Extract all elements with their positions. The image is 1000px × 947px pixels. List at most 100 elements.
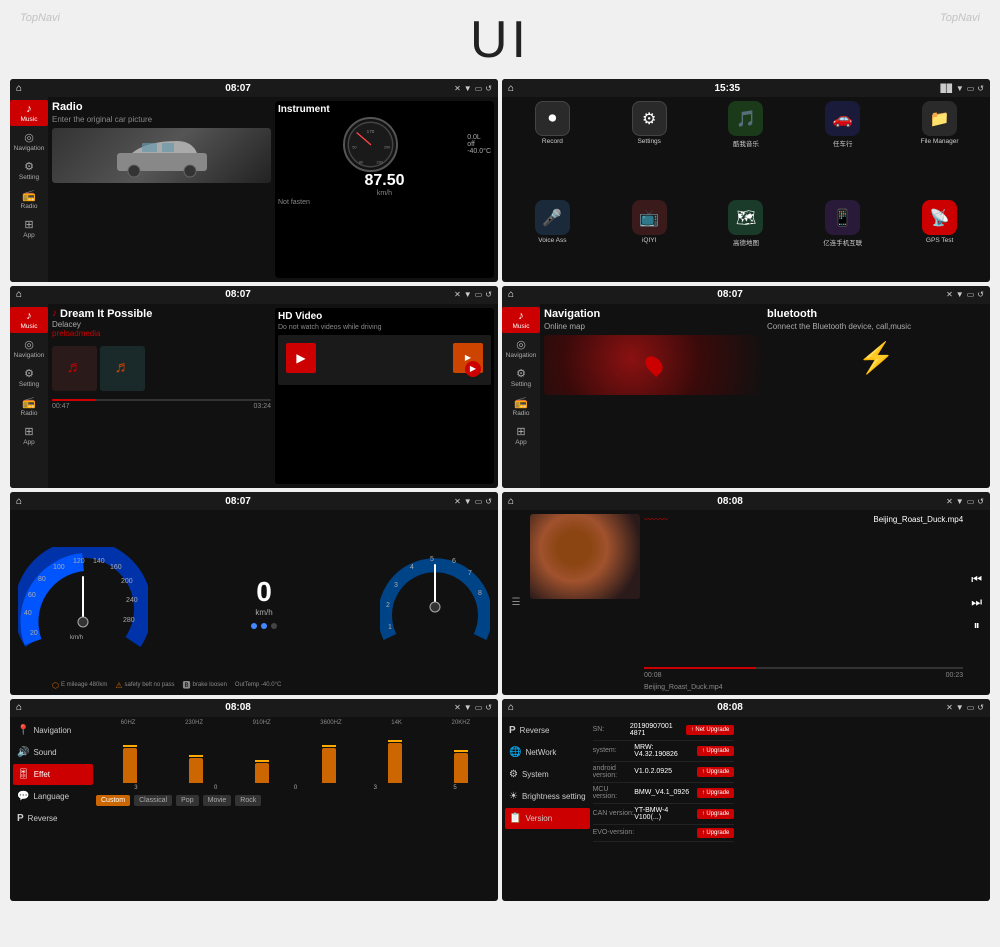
speedometer-area: 20 40 60 80 100 120 140 160 200 240 280 …	[10, 510, 498, 695]
pause-btn[interactable]: ⏸	[974, 618, 980, 633]
settings-layout: 📍 Navigation 🔊 Sound 🎚 Effet 💬 Language …	[10, 717, 498, 902]
svg-text:170: 170	[367, 129, 375, 134]
preset-classical[interactable]: Classical	[134, 795, 172, 806]
sidebar-setting-1[interactable]: ⚙ Setting	[10, 157, 48, 184]
stat-fuel: 0.0L	[467, 134, 491, 141]
sysinfo-system[interactable]: ⚙ System	[505, 764, 590, 785]
app-file-manager[interactable]: 📁 File Manager	[893, 101, 986, 196]
sysinfo-reverse[interactable]: P Reverse	[505, 720, 590, 741]
sidebar-music-1[interactable]: ♪ Music	[10, 100, 48, 126]
sidebar-setting-4[interactable]: ⚙ Setting	[502, 364, 540, 391]
play-btn[interactable]: ▶	[465, 361, 481, 377]
screen-speedometer: ⌂ 08:07 ✕ ▼ ▭ ↺	[10, 492, 498, 695]
sidebar-radio-1[interactable]: 📻 Radio	[10, 186, 48, 213]
app-map[interactable]: 🗺 高德地图	[700, 200, 793, 281]
app-connect[interactable]: 📱 亿连手机互联	[796, 200, 889, 281]
btn-upgrade-5[interactable]: ↑ Upgrade	[697, 828, 735, 838]
home-icon-3[interactable]: ⌂	[16, 289, 22, 300]
preset-custom[interactable]: Custom	[96, 795, 130, 806]
apps-grid: ⏺ Record ⚙ Settings 🎵 酷我音乐 🚗 任车行 📁 File …	[502, 97, 990, 282]
sysinfo-network[interactable]: 🌐 NetWork	[505, 742, 590, 763]
svg-text:2: 2	[386, 602, 390, 609]
home-icon-4[interactable]: ⌂	[508, 289, 514, 300]
home-icon-6[interactable]: ⌂	[508, 496, 514, 507]
sysinfo-menu: P Reverse 🌐 NetWork ⚙ System ☀ Brightnes…	[505, 720, 590, 899]
app-voice[interactable]: 🎤 Voice Ass	[506, 200, 599, 281]
topbar-5: ⌂ 08:07 ✕ ▼ ▭ ↺	[10, 492, 498, 510]
settings-reverse[interactable]: P Reverse	[13, 808, 93, 829]
app-music[interactable]: 🎵 酷我音乐	[700, 101, 793, 196]
app-gps[interactable]: 📡 GPS Test	[893, 200, 986, 281]
sysinfo-can: CAN version: YT-BMW-4 V100(...) ↑ Upgrad…	[593, 804, 735, 825]
stat-temp: -40.0°C	[467, 148, 491, 155]
btn-upgrade-1[interactable]: ↑ Upgrade	[697, 746, 735, 756]
sidebar-app-4[interactable]: ⊞ App	[502, 422, 540, 449]
status-icons-5: ✕ ▼ ▭ ↺	[454, 497, 492, 506]
music-progress-bar	[52, 399, 271, 401]
home-icon-5[interactable]: ⌂	[16, 496, 22, 507]
status-seatbelt: ⚠ safety belt no pass	[115, 680, 174, 691]
app-iqiyi[interactable]: 📺 iQIYI	[603, 200, 696, 281]
video-title-bar: 〰〰〰 Beijing_Roast_Duck.mp4	[644, 514, 963, 525]
sidebar-nav-4[interactable]: ◎ Navigation	[502, 335, 540, 362]
topbar-7: ⌂ 08:08 ✕ ▼ ▭ ↺	[10, 699, 498, 717]
stat-off: off	[467, 141, 491, 148]
sidebar-nav-1[interactable]: ◎ Navigation	[10, 128, 48, 155]
sidebar-music-3[interactable]: ♪ Music	[10, 307, 48, 333]
settings-language[interactable]: 💬 Language	[13, 786, 93, 807]
svg-text:1: 1	[388, 624, 392, 631]
sidebar-nav-3[interactable]: ◎ Navigation	[10, 335, 48, 362]
svg-text:280: 280	[123, 617, 135, 624]
equalizer-panel: 60HZ 230HZ 910HZ 3600HZ 14K 20KHZ	[96, 720, 495, 899]
playlist-icon[interactable]: ☰	[506, 514, 526, 691]
sidebar-music-4[interactable]: ♪ Music	[502, 307, 540, 333]
app-record[interactable]: ⏺ Record	[506, 101, 599, 196]
nav-bt-grid: Navigation Online map bluetooth Connect …	[544, 308, 986, 485]
dot-3	[271, 623, 277, 629]
gauge-circle: 170 50 200 80 230	[343, 117, 398, 172]
btn-upgrade-3[interactable]: ↑ Upgrade	[697, 788, 735, 798]
prev-btn[interactable]: ⏮	[971, 572, 982, 587]
time-5: 08:07	[225, 496, 251, 507]
preset-movie[interactable]: Movie	[203, 795, 232, 806]
btn-upgrade-2[interactable]: ↑ Upgrade	[697, 767, 735, 777]
eq-bar-20k	[454, 728, 468, 783]
dot-1	[251, 623, 257, 629]
home-icon-8[interactable]: ⌂	[508, 702, 514, 713]
home-icon-7[interactable]: ⌂	[16, 702, 22, 713]
app-car[interactable]: 🚗 任车行	[796, 101, 889, 196]
hd-title: HD Video	[278, 311, 491, 322]
radio-section: Radio Enter the original car picture	[52, 101, 271, 278]
sidebar-radio-3[interactable]: 📻 Radio	[10, 393, 48, 420]
status-mileage: ⬡ E mileage 480km	[52, 680, 107, 691]
screens-grid: ⌂ 08:07 ✕ ▼ ▭ ↺ ♪ Music ◎ Navigation	[0, 75, 1000, 905]
album-arts: ♬ ♬	[52, 342, 271, 395]
preset-rock[interactable]: Rock	[235, 795, 261, 806]
settings-sound[interactable]: 🔊 Sound	[13, 742, 93, 763]
svg-text:6: 6	[452, 558, 456, 565]
sidebar-setting-3[interactable]: ⚙ Setting	[10, 364, 48, 391]
home-icon-1[interactable]: ⌂	[16, 83, 22, 94]
btn-upgrade-4[interactable]: ↑ Upgrade	[697, 809, 735, 819]
radio-title: Radio	[52, 101, 271, 113]
app-settings[interactable]: ⚙ Settings	[603, 101, 696, 196]
album-art-2: ♬	[100, 346, 145, 391]
btn-net-upgrade[interactable]: ↑ Net Upgrade	[686, 725, 735, 735]
sidebar-radio-4[interactable]: 📻 Radio	[502, 393, 540, 420]
preset-pop[interactable]: Pop	[176, 795, 198, 806]
sidebar-app-1[interactable]: ⊞ App	[10, 215, 48, 242]
svg-text:230: 230	[377, 161, 383, 165]
sysinfo-brightness[interactable]: ☀ Brightness setting	[505, 786, 590, 807]
settings-effet[interactable]: 🎚 Effet	[13, 764, 93, 785]
sysinfo-version[interactable]: 📋 Version	[505, 808, 590, 829]
video-progress-bar[interactable]	[644, 667, 963, 669]
home-icon-2[interactable]: ⌂	[508, 83, 514, 94]
settings-navigation[interactable]: 📍 Navigation	[13, 720, 93, 741]
status-icons-6: ✕ ▼ ▭ ↺	[946, 497, 984, 506]
svg-text:80: 80	[38, 576, 46, 583]
sidebar-app-3[interactable]: ⊞ App	[10, 422, 48, 449]
video-player-area: ☰ 〰〰〰 Beijing_Roast_Duck.mp4 00:08	[502, 510, 990, 695]
next-btn[interactable]: ⏭	[971, 595, 982, 610]
music-times: 00:47 03:24	[52, 403, 271, 410]
time-1: 08:07	[225, 83, 251, 94]
